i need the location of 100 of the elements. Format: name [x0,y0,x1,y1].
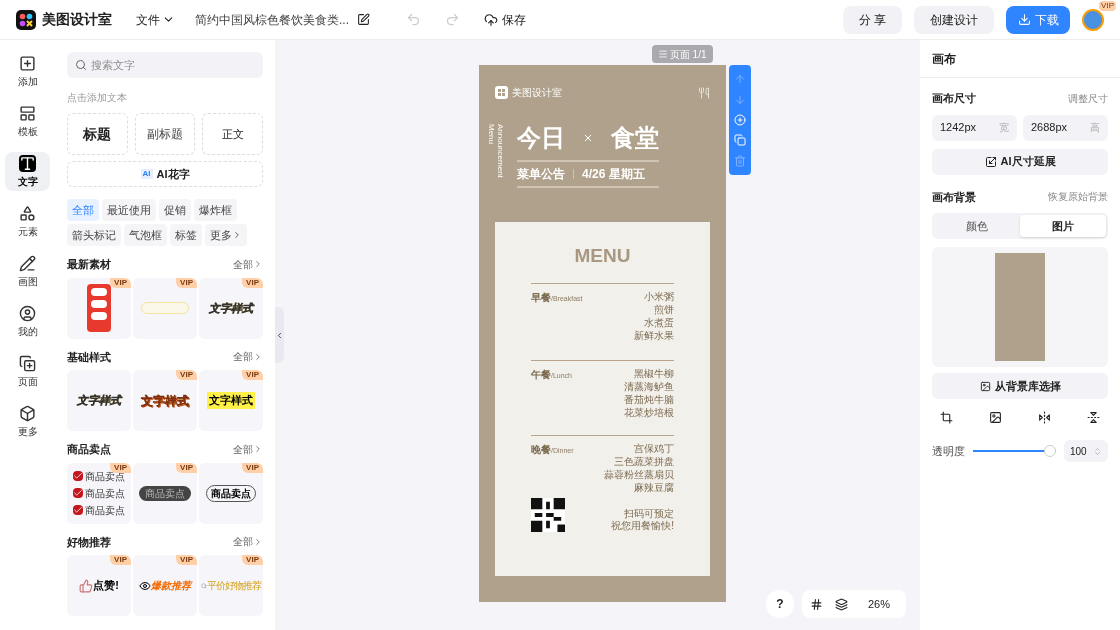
sidebar-item[interactable]: 文字 [5,152,50,191]
background-library-button[interactable]: 从背景库选择 [932,373,1108,399]
sidebar-item[interactable]: 更多 [5,402,50,441]
height-field[interactable]: 2688px 高 [1023,114,1108,141]
file-menu[interactable]: 文件 [136,10,175,29]
image-icon [979,380,991,392]
resize-link[interactable]: 调整尺寸 [1068,90,1108,106]
thumbs-up-icon [79,578,94,593]
sidebar-item[interactable]: 模板 [5,102,50,141]
view-all-link[interactable]: 全部 [233,441,263,457]
sidebar-item[interactable]: 页面 [5,352,50,391]
category-chip[interactable]: 促销 [159,199,191,221]
dish-name: 清蒸海鲈鱼 [624,379,674,393]
sticker-thumbnail[interactable]: VIP [133,277,197,339]
sticker-thumbnail[interactable]: VIP 文字样式 [199,277,263,339]
opacity-slider[interactable] [973,445,1056,457]
selling-point-text: 商品卖点 [85,470,125,484]
image-icon[interactable] [989,411,1002,424]
eyes-icon [139,579,151,592]
menu-heading: MENU [574,244,631,268]
sticker-thumbnail[interactable]: VIP 商品卖点 [133,462,197,524]
add-text-button[interactable]: 标题 [67,113,128,155]
ai-word-art-button[interactable]: AI AI花字 [67,161,263,187]
dish-name: 新鲜水果 [634,328,674,342]
grid-icon[interactable] [809,597,823,611]
layers-icon[interactable] [834,597,848,611]
ai-extend-button[interactable]: AI尺寸延展 [932,148,1108,175]
word-art-text: 文字样式 [207,392,255,409]
edit-icon[interactable] [357,13,370,26]
download-button[interactable]: 下载 [1006,5,1070,34]
slider-thumb[interactable] [1044,445,1056,457]
dish-name: 番茄炖牛腩 [624,392,674,406]
share-button[interactable]: 分 享 [842,5,902,34]
category-chip[interactable]: 爆炸框 [194,199,237,221]
opacity-label: 透明度 [932,443,965,459]
crop-icon[interactable] [940,411,953,424]
pill-label: 商品卖点 [139,485,191,501]
poster-sticker-drawing [87,284,111,332]
create-design-button[interactable]: 创建设计 [914,5,994,34]
sticker-thumbnail[interactable]: VIP 商品卖点 [199,462,263,524]
sticker-thumbnail[interactable]: VIP 文字样式 [199,370,263,431]
sticker-thumbnail[interactable]: VIP 文字样式 [133,370,197,431]
avatar[interactable] [1082,8,1104,31]
brand-logo-icon [495,86,508,99]
save-button[interactable]: 保存 [484,10,526,29]
tab[interactable]: 图片 [1020,215,1106,237]
chevron-right-icon [253,536,263,547]
dish-name: 三色蔬菜拼盘 [614,454,674,468]
view-all-link[interactable]: 全部 [233,256,263,272]
word-art-text: 文字样式 [141,392,189,410]
sidebar-item[interactable]: 画图 [5,252,50,291]
category-chip[interactable]: 更多 [205,224,247,246]
sticker-thumbnail[interactable]: VIP [67,277,131,339]
add-icon [19,54,36,72]
checkbox-icon [73,488,83,498]
flip-horizontal-icon[interactable] [1038,411,1051,424]
sticker-thumbnail[interactable]: VIP 爆款推荐 [133,555,197,616]
chevron-right-icon [253,259,263,270]
view-all-link[interactable]: 全部 [233,534,263,550]
sticker-thumbnail[interactable]: VIP 平价好物推荐 [199,555,263,616]
restore-background-link[interactable]: 恢复原始背景 [1048,189,1108,205]
category-chip[interactable]: 最近使用 [102,199,156,221]
help-button[interactable]: ? [765,590,794,618]
sticker-thumbnail[interactable]: VIP 点赞! [67,555,131,616]
chevron-left-icon [275,330,284,340]
vip-badge: VIP [176,555,197,565]
word-art-text: 爆款推荐 [151,579,191,593]
page-add-icon [19,354,36,372]
flip-vertical-icon[interactable] [1087,411,1100,424]
add-button[interactable] [734,113,746,126]
checkbox-icon [73,471,83,481]
meal-name: 晚餐 [531,442,551,457]
document-title[interactable]: 简约中国风棕色餐饮美食类... [195,10,349,29]
search-icon [201,582,207,589]
brand-name: 美图设计室 [512,86,562,100]
copy-button[interactable] [734,134,746,147]
word-art-text: 文字样式 [209,300,253,316]
sidebar-item[interactable]: 我的 [5,302,50,341]
category-chip[interactable]: 箭头标记 [67,224,121,246]
tab[interactable]: 颜色 [934,215,1020,237]
sidebar-item[interactable]: 元素 [5,202,50,241]
width-field[interactable]: 1242px 宽 [932,114,1017,141]
sticker-thumbnail[interactable]: VIP 商品卖点 商品卖点 商品卖点 [67,462,131,524]
section-title: 最新素材 [67,257,111,272]
chevron-right-icon [253,444,263,455]
list-icon [657,49,668,59]
vip-badge: VIP [110,462,131,473]
hint-text: 点击添加文本 [67,91,128,105]
sidebar-item[interactable]: 添加 [5,52,50,91]
view-all-link[interactable]: 全部 [233,349,263,365]
selling-point-text: 商品卖点 [85,503,125,518]
user-icon [19,304,36,322]
opacity-field[interactable]: 100 [1064,440,1108,462]
sticker-thumbnail[interactable]: 文字样式 [67,370,131,431]
add-text-button[interactable]: 正文 [202,113,263,155]
add-text-button[interactable]: 副标题 [134,113,196,155]
category-chip[interactable]: 标签 [170,224,202,246]
category-chip[interactable]: 气泡框 [124,224,167,246]
search-field[interactable]: 搜索文字 [67,52,263,78]
collapse-handle[interactable] [275,307,284,363]
